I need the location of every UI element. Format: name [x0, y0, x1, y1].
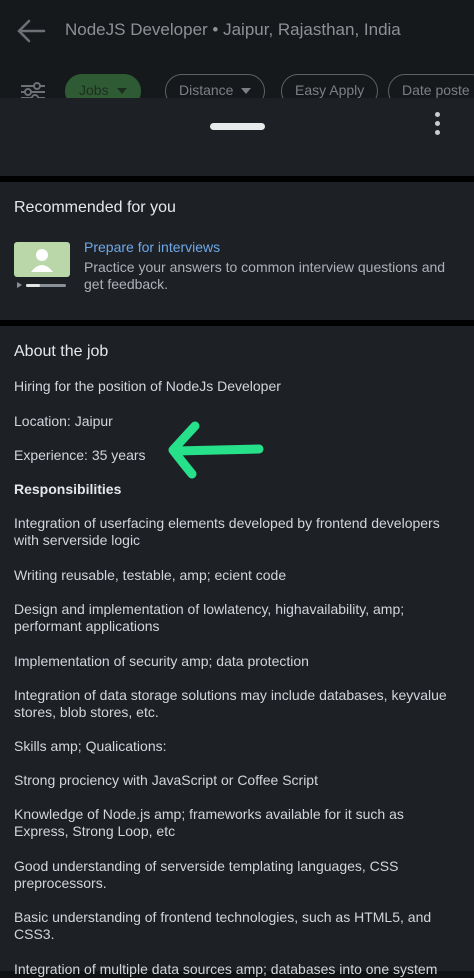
section-divider — [0, 176, 474, 182]
job-line: Implementation of security amp; data pro… — [14, 653, 309, 669]
job-line: Integration of userfacing elements devel… — [14, 515, 440, 548]
job-line: Skills amp; Qualications: — [14, 738, 167, 754]
annotation-arrow-icon — [168, 421, 264, 479]
chip-easy-apply-label: Easy Apply — [295, 82, 365, 98]
job-line: Integration of data storage solutions ma… — [14, 687, 447, 720]
section-divider — [0, 320, 474, 326]
prepare-for-interviews-link[interactable]: Prepare for interviews — [84, 239, 220, 255]
chevron-down-icon — [116, 88, 127, 95]
job-line: Good understanding of serverside templat… — [14, 858, 399, 891]
responsibilities-heading: Responsibilities — [14, 481, 122, 497]
chip-distance[interactable]: Distance — [165, 74, 266, 100]
recommended-description: Practice your answers to common intervie… — [84, 259, 446, 292]
arrow-left-icon[interactable] — [16, 18, 46, 44]
chip-distance-label: Distance — [179, 82, 234, 98]
chip-jobs[interactable]: Jobs — [65, 74, 141, 100]
recommended-title: Recommended for you — [14, 199, 176, 216]
chip-jobs-label: Jobs — [79, 82, 109, 98]
job-line: Integration of multiple data sources amp… — [14, 961, 438, 977]
more-options-icon[interactable] — [432, 112, 442, 140]
search-title[interactable]: NodeJS Developer • Jaipur, Rajasthan, In… — [65, 20, 401, 40]
job-line: Knowledge of Node.js amp; frameworks ava… — [14, 806, 404, 839]
top-app-bar: NodeJS Developer • Jaipur, Rajasthan, In… — [0, 0, 474, 62]
chip-date-posted[interactable]: Date poste — [388, 74, 474, 100]
job-line: Hiring for the position of NodeJs Develo… — [14, 378, 281, 394]
chevron-down-icon — [241, 88, 252, 95]
chip-date-posted-label: Date poste — [402, 82, 470, 98]
job-line: Strong prociency with JavaScript or Coff… — [14, 772, 318, 788]
chip-easy-apply[interactable]: Easy Apply — [281, 74, 379, 100]
interview-prep-thumbnail-icon[interactable] — [14, 242, 70, 290]
job-line: Design and implementation of lowlatency,… — [14, 601, 405, 634]
job-line: Basic understanding of frontend technolo… — [14, 909, 432, 942]
sheet-drag-handle[interactable] — [210, 123, 265, 130]
filter-bar: Jobs Distance Easy Apply Date poste — [0, 62, 474, 100]
about-job-title: About the job — [14, 343, 109, 360]
job-line: Writing reusable, testable, amp; ecient … — [14, 567, 287, 583]
